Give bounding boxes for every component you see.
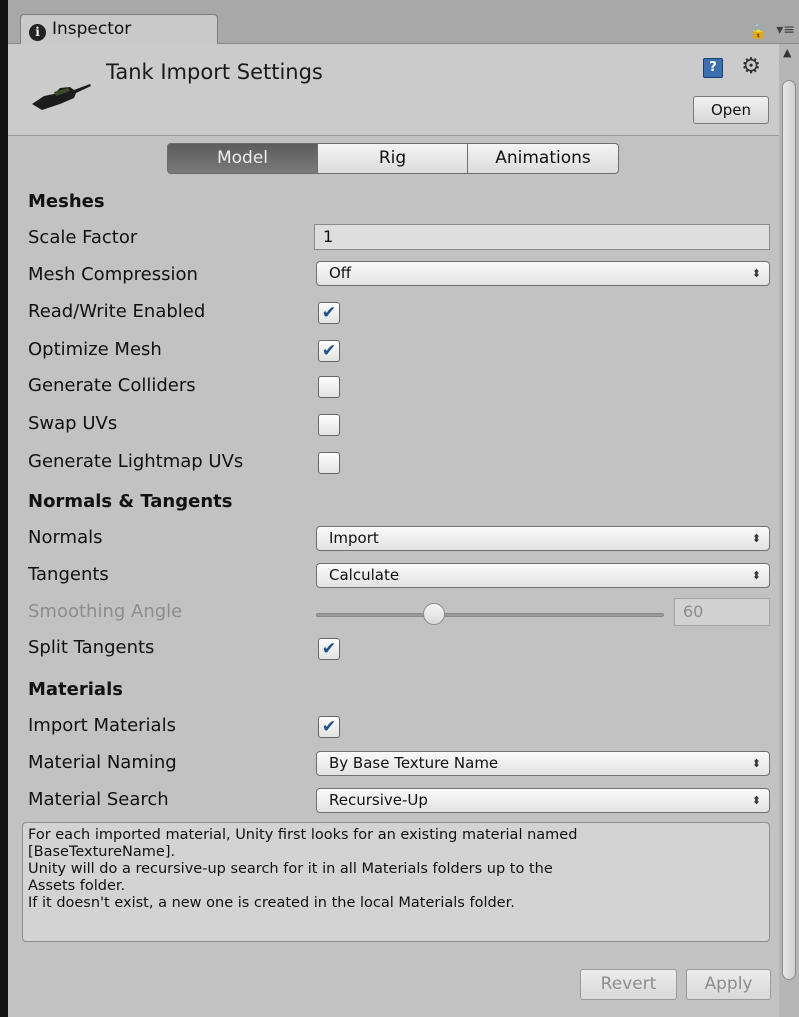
gear-icon[interactable]: ⚙	[741, 54, 761, 79]
tab-rig[interactable]: Rig	[318, 143, 468, 174]
smoothing-angle-input[interactable]: 60	[674, 598, 770, 626]
import-tabs: Model Rig Animations	[167, 143, 619, 174]
dropdown-arrows-icon: ⬍	[751, 569, 761, 582]
revert-button[interactable]: Revert	[580, 969, 677, 1000]
apply-button[interactable]: Apply	[686, 969, 771, 1000]
tab-model[interactable]: Model	[167, 143, 318, 174]
help-line: Assets folder.	[28, 878, 126, 894]
tab-inspector[interactable]: i Inspector	[20, 14, 218, 45]
dropdown-arrows-icon: ⬍	[751, 532, 761, 545]
split-tangents-label: Split Tangents	[28, 637, 155, 658]
normals-label: Normals	[28, 527, 103, 548]
tank-thumbnail	[32, 84, 91, 110]
read-write-checkbox[interactable]: ✔	[318, 302, 340, 324]
mesh-compression-label: Mesh Compression	[28, 264, 198, 285]
info-icon: i	[29, 24, 46, 41]
import-materials-label: Import Materials	[28, 715, 176, 736]
normals-value: Import	[329, 529, 379, 547]
dropdown-arrows-icon: ⬍	[751, 757, 761, 770]
help-icon[interactable]: ?	[703, 58, 723, 78]
smoothing-angle-label: Smoothing Angle	[28, 601, 183, 622]
split-tangents-checkbox[interactable]: ✔	[318, 638, 340, 660]
asset-header: Tank Import Settings ? ⚙ Open	[8, 44, 779, 136]
scale-factor-input[interactable]: 1	[314, 224, 770, 250]
generate-colliders-checkbox[interactable]	[318, 376, 340, 398]
material-naming-label: Material Naming	[28, 752, 177, 773]
swap-uvs-checkbox[interactable]	[318, 414, 340, 436]
material-search-dropdown[interactable]: Recursive-Up ⬍	[316, 788, 770, 813]
optimize-mesh-checkbox[interactable]: ✔	[318, 340, 340, 362]
menu-icon[interactable]: ▾≡	[776, 22, 795, 38]
material-naming-value: By Base Texture Name	[329, 754, 499, 772]
material-naming-dropdown[interactable]: By Base Texture Name ⬍	[316, 751, 770, 776]
scroll-up-icon[interactable]: ▲	[783, 46, 791, 59]
generate-colliders-label: Generate Colliders	[28, 375, 196, 396]
mesh-compression-value: Off	[329, 264, 352, 282]
normals-dropdown[interactable]: Import ⬍	[316, 526, 770, 551]
material-help-box: For each imported material, Unity first …	[22, 822, 770, 942]
scroll-thumb[interactable]	[782, 80, 796, 980]
optimize-mesh-label: Optimize Mesh	[28, 339, 162, 360]
tangents-dropdown[interactable]: Calculate ⬍	[316, 563, 770, 588]
tangents-value: Calculate	[329, 566, 400, 584]
smoothing-angle-slider[interactable]	[316, 613, 664, 617]
import-materials-checkbox[interactable]: ✔	[318, 716, 340, 738]
window-edge	[0, 0, 8, 1017]
scale-factor-label: Scale Factor	[28, 227, 138, 248]
dropdown-arrows-icon: ⬍	[751, 267, 761, 280]
mesh-compression-dropdown[interactable]: Off ⬍	[316, 261, 770, 286]
lightmap-uvs-label: Generate Lightmap UVs	[28, 451, 244, 472]
meshes-heading: Meshes	[28, 191, 105, 212]
help-line: For each imported material, Unity first …	[28, 827, 578, 843]
tangents-label: Tangents	[28, 564, 109, 585]
help-line: Unity will do a recursive-up search for …	[28, 861, 553, 877]
swap-uvs-label: Swap UVs	[28, 413, 118, 434]
lock-icon[interactable]: 🔒	[750, 24, 767, 40]
tab-bar: i Inspector 🔒 ▾≡	[8, 0, 799, 45]
open-button[interactable]: Open	[693, 96, 769, 124]
scrollbar[interactable]: ▲	[779, 44, 799, 1017]
help-line: [BaseTextureName].	[28, 844, 176, 860]
materials-heading: Materials	[28, 679, 123, 700]
dropdown-arrows-icon: ⬍	[751, 794, 761, 807]
normals-heading: Normals & Tangents	[28, 491, 233, 512]
tab-inspector-label: Inspector	[52, 19, 132, 39]
material-search-label: Material Search	[28, 789, 169, 810]
tab-animations[interactable]: Animations	[468, 143, 619, 174]
lightmap-uvs-checkbox[interactable]	[318, 452, 340, 474]
material-search-value: Recursive-Up	[329, 791, 428, 809]
asset-title: Tank Import Settings	[106, 60, 323, 84]
help-line: If it doesn't exist, a new one is create…	[28, 895, 515, 911]
read-write-label: Read/Write Enabled	[28, 301, 206, 322]
